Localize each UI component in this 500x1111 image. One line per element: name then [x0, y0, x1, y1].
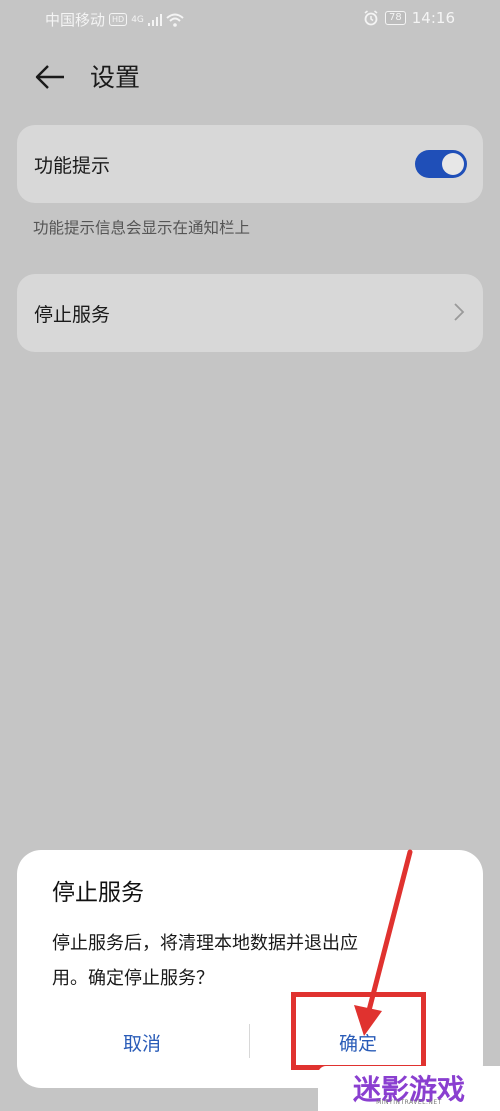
dialog-message: 停止服务后，将清理本地数据并退出应 用。确定停止服务？: [52, 926, 452, 996]
battery-icon: 78: [385, 11, 406, 25]
arrow-left-icon: [35, 65, 64, 89]
dialog-title: 停止服务: [52, 880, 144, 906]
watermark-subtext: MINYINTRAVEL.NET: [376, 1099, 442, 1106]
dialog-message-line1: 停止服务后，将清理本地数据并退出应: [52, 933, 358, 954]
status-right: 78 14:16: [363, 9, 455, 27]
watermark-logo: 迷影游戏 MINYINTRAVEL.NET: [318, 1066, 500, 1111]
feature-hint-card: 功能提示: [17, 125, 483, 203]
page-title: 设置: [90, 63, 141, 92]
status-left: 中国移动 HD 4G: [45, 9, 184, 30]
feature-hint-label: 功能提示: [34, 155, 111, 177]
app-bar: 设置: [0, 48, 500, 104]
clock: 14:16: [411, 9, 455, 27]
hd-badge: HD: [109, 13, 128, 26]
cancel-button[interactable]: 取消: [37, 1020, 247, 1064]
alarm-icon: [364, 10, 378, 26]
stop-service-row[interactable]: 停止服务: [17, 274, 483, 352]
highlight-box: [291, 992, 426, 1070]
stop-service-label: 停止服务: [34, 304, 111, 326]
signal-icon: [147, 13, 162, 26]
carrier-name: 中国移动: [45, 11, 106, 29]
back-button[interactable]: [33, 62, 67, 92]
network-type: 4G: [131, 14, 144, 25]
dialog-message-line2: 用。确定停止服务？: [52, 968, 214, 989]
wifi-icon: [166, 13, 184, 27]
feature-hint-description: 功能提示信息会显示在通知栏上: [33, 219, 251, 237]
feature-hint-toggle[interactable]: [415, 150, 467, 178]
chevron-right-icon: [454, 303, 465, 321]
status-bar: 中国移动 HD 4G 78 14:16: [0, 0, 500, 38]
toggle-knob: [442, 153, 464, 175]
button-divider: [249, 1024, 250, 1058]
